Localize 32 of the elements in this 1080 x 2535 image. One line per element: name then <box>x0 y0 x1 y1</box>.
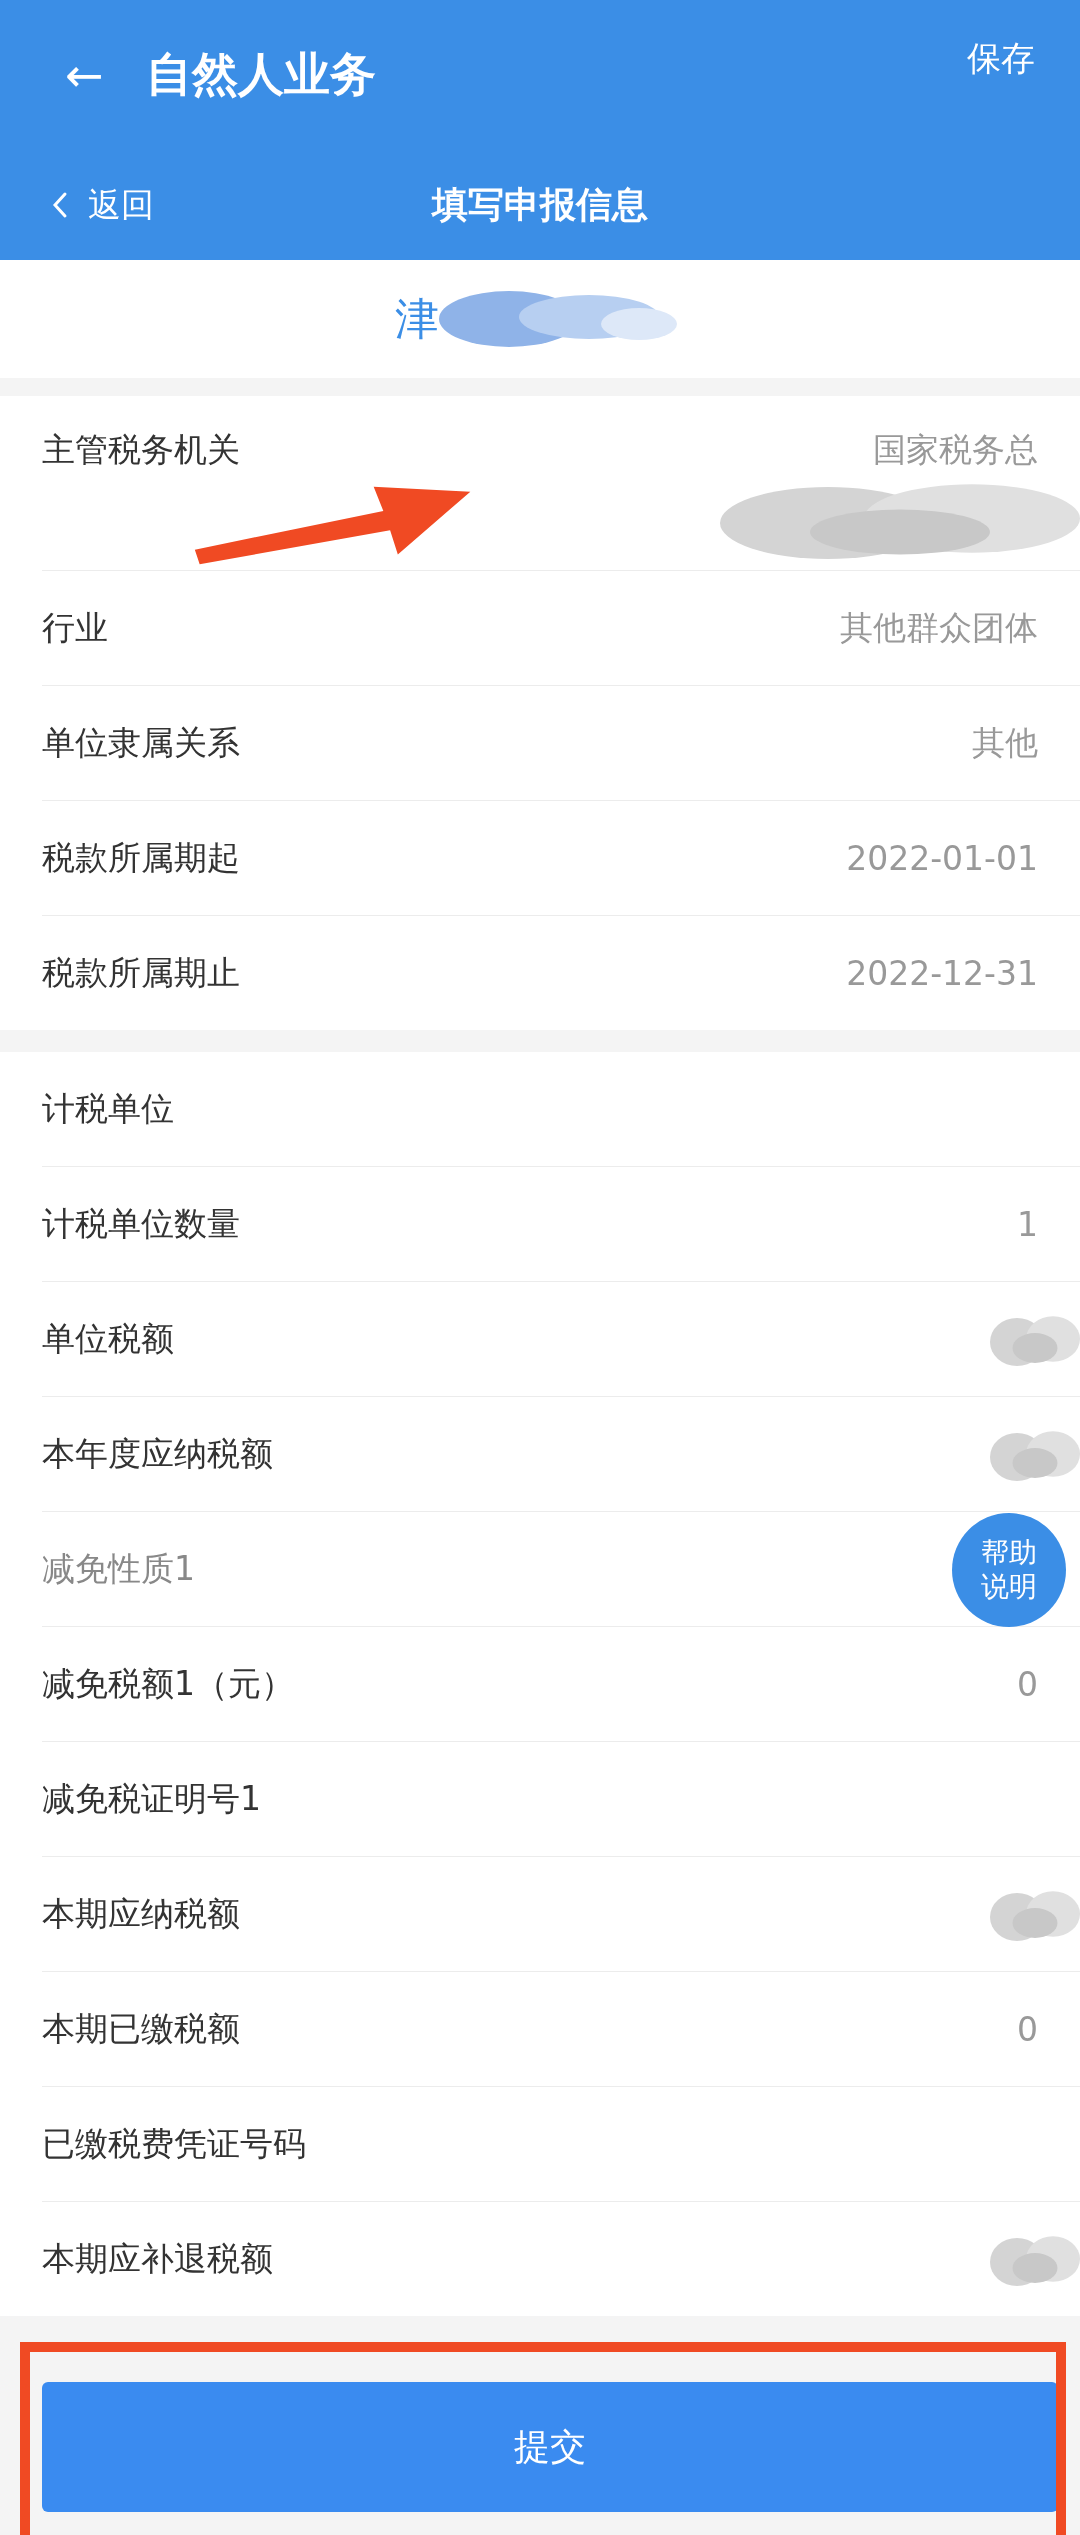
field-label: 本期应纳税额 <box>42 1892 240 1935</box>
field-label: 已缴税费凭证号码 <box>42 2122 306 2165</box>
field-value: 0 <box>1017 1664 1038 1704</box>
field-label: 计税单位 <box>42 1087 174 1130</box>
field-label: 主管税务机关 <box>42 429 240 471</box>
field-value: 2022-12-31 <box>846 953 1038 993</box>
field-label: 行业 <box>42 606 108 649</box>
field-label: 本年度应纳税额 <box>42 1432 273 1475</box>
field-label: 本期已缴税额 <box>42 2007 240 2050</box>
form-title: 填写申报信息 <box>430 182 649 227</box>
field-label: 减免税额1（元） <box>42 1662 294 1705</box>
field-value: 其他 <box>972 721 1038 764</box>
field-value: 国家税务总 <box>873 429 1038 471</box>
field-label: 本期应补退税额 <box>42 2237 273 2280</box>
field-value: 其他群众团体 <box>840 606 1038 649</box>
back-arrow[interactable]: ← <box>65 48 104 102</box>
back-link[interactable]: 返回 <box>52 182 154 228</box>
field-label: 单位隶属关系 <box>42 721 240 764</box>
field-value: 0 <box>1017 2009 1038 2049</box>
field-value: 2022-01-01 <box>846 838 1038 878</box>
field-label: 减免税证明号1 <box>42 1777 261 1820</box>
save-button[interactable]: 保存 <box>967 36 1035 82</box>
chevron-left-icon <box>52 191 68 219</box>
taxpayer-name: 津 <box>395 291 439 346</box>
field-label: 税款所属期起 <box>42 836 240 879</box>
field-label: 减免性质1 <box>42 1547 195 1590</box>
field-label: 税款所属期止 <box>42 951 240 994</box>
submit-button[interactable]: 提交 <box>42 2382 1058 2512</box>
page-title: 自然人业务 <box>145 46 376 103</box>
field-value: 1 <box>1017 1204 1038 1244</box>
field-label: 计税单位数量 <box>42 1202 240 1245</box>
field-label: 单位税额 <box>42 1317 174 1360</box>
